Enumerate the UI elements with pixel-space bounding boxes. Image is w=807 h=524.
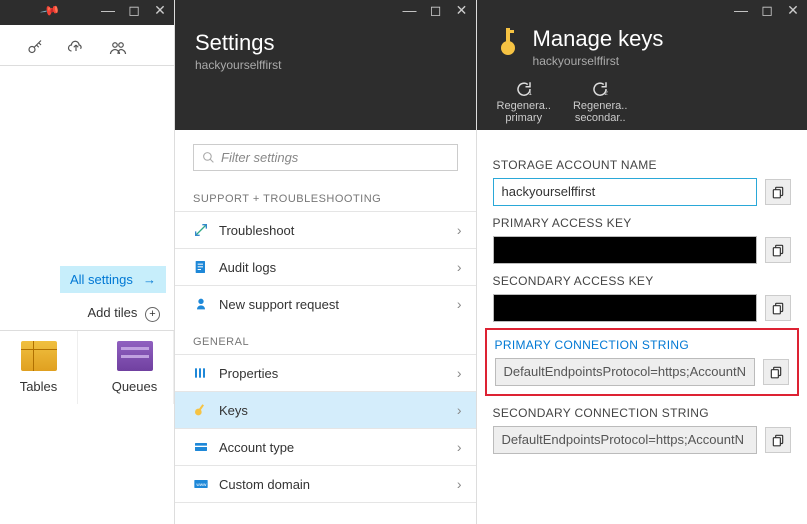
settings-blade: — ◻ ✕ Settings hackyourselffirst Filter … bbox=[175, 0, 477, 524]
regenerate-primary-button[interactable]: 1 Regenera.. primary bbox=[497, 80, 551, 124]
blade-title: Manage keys bbox=[533, 26, 664, 52]
field-secondary-connection[interactable]: DefaultEndpointsProtocol=https;AccountN bbox=[493, 426, 757, 454]
close-icon[interactable]: ✕ bbox=[454, 2, 470, 19]
all-settings-label: All settings bbox=[70, 272, 133, 287]
blade-subtitle: hackyourselffirst bbox=[533, 52, 664, 68]
maximize-icon[interactable]: ◻ bbox=[428, 2, 444, 19]
label-secondary-key: SECONDARY ACCESS KEY bbox=[493, 274, 791, 288]
maximize-icon[interactable]: ◻ bbox=[126, 2, 142, 19]
chevron-right-icon: › bbox=[457, 476, 462, 492]
close-icon[interactable]: ✕ bbox=[152, 2, 168, 19]
plus-icon: + bbox=[145, 307, 160, 322]
troubleshoot-icon bbox=[193, 222, 209, 238]
essentials-icons bbox=[0, 25, 174, 65]
audit-logs-icon bbox=[193, 259, 209, 275]
col3-topbar: — ◻ ✕ Manage keys hackyourselffirst 1 Re… bbox=[477, 0, 807, 130]
support-icon bbox=[193, 296, 209, 312]
tile-tables[interactable]: Tables bbox=[0, 331, 78, 404]
arrow-right-icon: → bbox=[143, 272, 156, 287]
search-icon bbox=[202, 151, 215, 164]
key-icon[interactable] bbox=[24, 39, 46, 57]
keys-pane: STORAGE ACCOUNT NAME hackyourselffirst P… bbox=[477, 130, 807, 454]
col2-topbar: — ◻ ✕ Settings hackyourselffirst bbox=[175, 0, 476, 130]
field-primary-key[interactable] bbox=[493, 236, 757, 264]
chevron-right-icon: › bbox=[457, 222, 462, 238]
row-keys[interactable]: Keys › bbox=[175, 391, 476, 428]
row-custom-domain[interactable]: wwwCustom domain › bbox=[175, 465, 476, 503]
tables-icon bbox=[21, 341, 57, 371]
row-account-type[interactable]: Account type › bbox=[175, 428, 476, 465]
resource-blade: 📌 — ◻ ✕ All settings → Add tiles + Table… bbox=[0, 0, 175, 524]
close-icon[interactable]: ✕ bbox=[785, 2, 801, 19]
chevron-right-icon: › bbox=[457, 439, 462, 455]
all-settings-link[interactable]: All settings → bbox=[60, 266, 166, 293]
tile-label: Queues bbox=[100, 379, 169, 394]
keys-icon bbox=[193, 402, 209, 418]
field-secondary-key[interactable] bbox=[493, 294, 757, 322]
tile-queues[interactable]: Queues bbox=[96, 331, 174, 404]
chevron-right-icon: › bbox=[457, 402, 462, 418]
add-tiles-button[interactable]: Add tiles + bbox=[0, 293, 174, 330]
copy-button[interactable] bbox=[765, 295, 791, 321]
copy-button[interactable] bbox=[765, 427, 791, 453]
section-header-general: GENERAL bbox=[175, 322, 476, 354]
account-type-icon bbox=[193, 439, 209, 455]
highlighted-region: PRIMARY CONNECTION STRING DefaultEndpoin… bbox=[485, 328, 799, 396]
field-storage-name[interactable]: hackyourselffirst bbox=[493, 178, 757, 206]
row-audit-logs[interactable]: Audit logs › bbox=[175, 248, 476, 285]
chevron-right-icon: › bbox=[457, 365, 462, 381]
blade-subtitle: hackyourselffirst bbox=[175, 56, 476, 72]
copy-button[interactable] bbox=[765, 237, 791, 263]
minimize-icon[interactable]: — bbox=[733, 2, 749, 19]
col1-topbar: 📌 — ◻ ✕ bbox=[0, 0, 174, 25]
label-primary-connection: PRIMARY CONNECTION STRING bbox=[495, 338, 789, 352]
minimize-icon[interactable]: — bbox=[100, 2, 116, 19]
svg-text:2: 2 bbox=[605, 91, 609, 97]
field-primary-connection[interactable]: DefaultEndpointsProtocol=https;AccountN bbox=[495, 358, 755, 386]
filter-input[interactable]: Filter settings bbox=[193, 144, 458, 171]
copy-button[interactable] bbox=[765, 179, 791, 205]
queues-icon bbox=[117, 341, 153, 371]
custom-domain-icon: www bbox=[193, 476, 209, 492]
tile-label: Tables bbox=[4, 379, 73, 394]
row-troubleshoot[interactable]: Troubleshoot › bbox=[175, 211, 476, 248]
label-primary-key: PRIMARY ACCESS KEY bbox=[493, 216, 791, 230]
label-storage-name: STORAGE ACCOUNT NAME bbox=[493, 158, 791, 172]
regenerate-secondary-button[interactable]: 2 Regenera.. secondar.. bbox=[573, 80, 627, 124]
key-icon bbox=[495, 26, 521, 59]
minimize-icon[interactable]: — bbox=[402, 2, 418, 19]
manage-keys-blade: — ◻ ✕ Manage keys hackyourselffirst 1 Re… bbox=[477, 0, 807, 524]
svg-text:www: www bbox=[196, 482, 207, 487]
copy-button[interactable] bbox=[763, 359, 789, 385]
tiles-row: Tables Queues bbox=[0, 330, 174, 404]
users-icon[interactable] bbox=[106, 39, 130, 57]
pin-icon[interactable]: 📌 bbox=[39, 0, 61, 22]
maximize-icon[interactable]: ◻ bbox=[759, 2, 775, 19]
chevron-right-icon: › bbox=[457, 259, 462, 275]
properties-icon bbox=[193, 365, 209, 381]
svg-text:1: 1 bbox=[528, 91, 532, 97]
row-properties[interactable]: Properties › bbox=[175, 354, 476, 391]
label-secondary-connection: SECONDARY CONNECTION STRING bbox=[493, 406, 791, 420]
cloud-icon[interactable] bbox=[64, 39, 88, 57]
section-header-support: SUPPORT + TROUBLESHOOTING bbox=[175, 179, 476, 211]
row-new-support[interactable]: New support request › bbox=[175, 285, 476, 322]
chevron-right-icon: › bbox=[457, 296, 462, 312]
